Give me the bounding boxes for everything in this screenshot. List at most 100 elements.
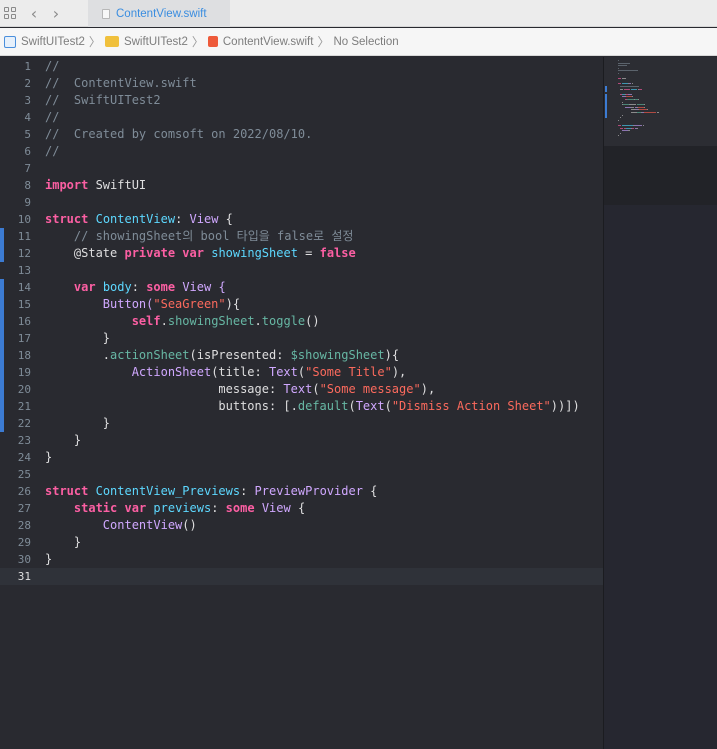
code-line[interactable]: 27 static var previews: some View { bbox=[0, 500, 603, 517]
line-number: 20 bbox=[17, 383, 31, 396]
breadcrumb-project[interactable]: SwiftUITest2 bbox=[0, 35, 85, 48]
minimap-line bbox=[656, 112, 659, 113]
code-line[interactable]: 20 message: Text("Some message"), bbox=[0, 381, 603, 398]
code-line[interactable]: 6 // bbox=[0, 143, 603, 160]
minimap-line bbox=[620, 88, 624, 90]
line-number: 16 bbox=[17, 315, 31, 328]
minimap-line bbox=[644, 106, 646, 108]
code-line[interactable]: 12 @State private var showingSheet = fal… bbox=[0, 245, 603, 262]
code-token: } bbox=[45, 535, 82, 549]
line-number: 23 bbox=[17, 434, 31, 447]
code-token: struct bbox=[45, 484, 89, 498]
minimap-line bbox=[618, 125, 622, 126]
code-text: // ContentView.swift bbox=[45, 75, 197, 92]
code-token: var bbox=[73, 280, 96, 294]
line-number: 2 bbox=[24, 77, 31, 90]
code-line[interactable]: 15 Button("SeaGreen"){ bbox=[0, 296, 603, 313]
minimap-line bbox=[628, 93, 632, 95]
code-token: View { bbox=[175, 280, 226, 294]
minimap-line bbox=[630, 106, 635, 108]
minimap-line bbox=[631, 96, 633, 98]
code-line[interactable]: 25 bbox=[0, 466, 603, 483]
code-line[interactable]: 13 bbox=[0, 262, 603, 279]
line-number: 5 bbox=[24, 128, 31, 141]
code-line[interactable]: 19 ActionSheet(title: Text("Some Title")… bbox=[0, 364, 603, 381]
code-token: static bbox=[73, 501, 118, 515]
code-token: var bbox=[182, 246, 204, 260]
code-line[interactable]: 5 // Created by comsoft on 2022/08/10. bbox=[0, 126, 603, 143]
code-token: } bbox=[45, 552, 53, 566]
code-token: ( bbox=[348, 399, 356, 413]
code-token: } bbox=[45, 416, 111, 430]
code-token: "Some Title" bbox=[305, 365, 392, 379]
code-token: false bbox=[319, 246, 356, 260]
tab-contentview[interactable]: ContentView.swift bbox=[88, 0, 230, 27]
code-token: ){ bbox=[384, 348, 400, 362]
minimap[interactable] bbox=[603, 57, 717, 749]
code-token: : bbox=[211, 501, 226, 515]
code-line[interactable]: 17 } bbox=[0, 330, 603, 347]
code-line[interactable]: 31 bbox=[0, 568, 603, 585]
chevron-right-icon[interactable]: › bbox=[49, 4, 63, 23]
minimap-line bbox=[633, 125, 643, 126]
code-token: = bbox=[297, 246, 320, 260]
code-line[interactable]: 28 ContentView() bbox=[0, 517, 603, 534]
code-line[interactable]: 14 var body: some View { bbox=[0, 279, 603, 296]
code-token: var bbox=[124, 501, 147, 515]
minimap-line bbox=[618, 135, 619, 137]
code-text: // showingSheet의 bool 타입을 false로 설정 bbox=[45, 228, 354, 245]
code-line[interactable]: 11 // showingSheet의 bool 타입을 false로 설정 bbox=[0, 228, 603, 245]
code-text: buttons: [.default(Text("Dismiss Action … bbox=[45, 398, 579, 415]
code-line[interactable]: 29 } bbox=[0, 534, 603, 551]
code-line[interactable]: 7 bbox=[0, 160, 603, 177]
code-token: ( bbox=[312, 382, 320, 396]
code-editor[interactable]: 1 // 2 // ContentView.swift 3 // SwiftUITest2… bbox=[0, 57, 603, 749]
code-token: // ContentView.swift bbox=[45, 76, 197, 90]
line-number: 28 bbox=[17, 519, 31, 532]
code-text: struct ContentView_Previews: PreviewProv… bbox=[45, 483, 377, 500]
code-token: private bbox=[124, 246, 176, 260]
code-line[interactable]: 30} bbox=[0, 551, 603, 568]
code-text: struct ContentView: View { bbox=[45, 211, 233, 228]
code-line[interactable]: 10 struct ContentView: View { bbox=[0, 211, 603, 228]
chevron-right-icon: 〉 bbox=[88, 35, 101, 49]
code-token: "Dismiss Action Sheet" bbox=[391, 399, 551, 413]
code-line[interactable]: 26 struct ContentView_Previews: PreviewPr… bbox=[0, 483, 603, 500]
code-token: SwiftUI bbox=[88, 178, 147, 192]
code-token: "SeaGreen" bbox=[153, 297, 226, 311]
breadcrumb-folder[interactable]: SwiftUITest2 bbox=[104, 36, 188, 48]
code-line[interactable]: 4 // bbox=[0, 109, 603, 126]
code-line[interactable]: 2 // ContentView.swift bbox=[0, 75, 603, 92]
minimap-empty-area bbox=[604, 205, 717, 749]
code-line[interactable]: 8 import SwiftUI bbox=[0, 177, 603, 194]
minimap-visible-region[interactable] bbox=[604, 57, 717, 146]
code-line[interactable]: 9 bbox=[0, 194, 603, 211]
code-token: { bbox=[218, 212, 233, 226]
code-line[interactable]: 23 } bbox=[0, 432, 603, 449]
code-line[interactable]: 21 buttons: [.default(Text("Dismiss Acti… bbox=[0, 398, 603, 415]
code-token: self bbox=[131, 314, 161, 328]
line-number: 15 bbox=[17, 298, 31, 311]
code-line[interactable]: 22 } bbox=[0, 415, 603, 432]
code-line[interactable]: 3 // SwiftUITest2 bbox=[0, 92, 603, 109]
minimap-line bbox=[637, 106, 645, 108]
minimap-line bbox=[618, 73, 620, 74]
code-token: } bbox=[45, 331, 111, 345]
xcode-project-icon bbox=[4, 35, 16, 48]
code-token: Text bbox=[355, 399, 385, 413]
grid-icon[interactable] bbox=[2, 4, 18, 22]
breadcrumb-selection[interactable]: No Selection bbox=[333, 36, 398, 48]
breadcrumb-file[interactable]: ContentView.swift bbox=[207, 36, 313, 48]
line-number: 12 bbox=[17, 247, 31, 260]
code-line[interactable]: 18 .actionSheet(isPresented: $showingShe… bbox=[0, 347, 603, 364]
code-line[interactable]: 24} bbox=[0, 449, 603, 466]
code-line[interactable]: 1 // bbox=[0, 58, 603, 75]
breadcrumb-selection-label: No Selection bbox=[333, 35, 399, 48]
line-number: 17 bbox=[17, 332, 31, 345]
code-line[interactable]: 16 self.showingSheet.toggle() bbox=[0, 313, 603, 330]
chevron-left-icon[interactable]: ‹ bbox=[27, 4, 41, 23]
